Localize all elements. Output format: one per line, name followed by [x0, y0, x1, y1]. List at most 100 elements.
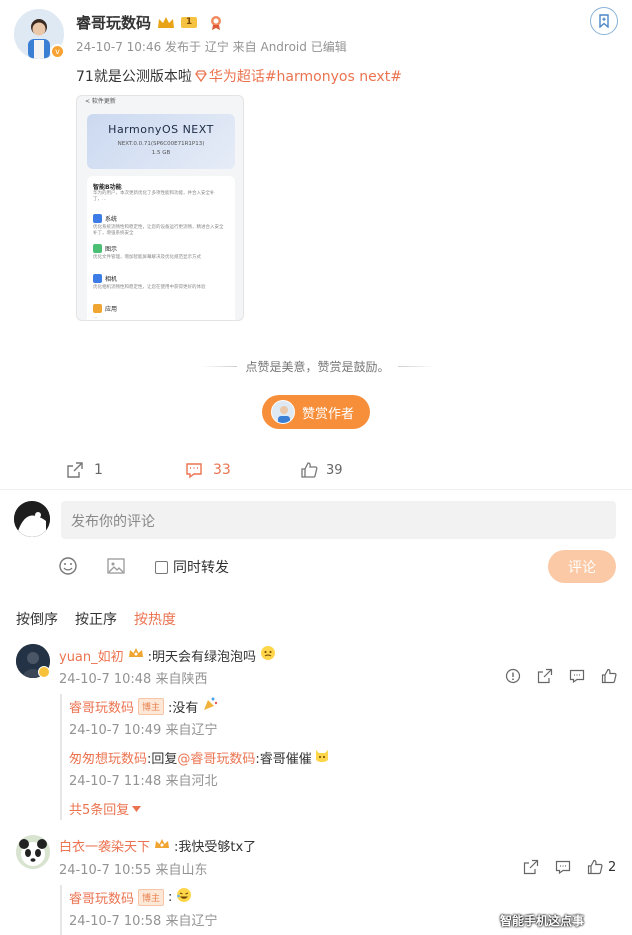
changelog-item-desc: …: [93, 315, 98, 320]
comment-icon: [186, 463, 202, 479]
reply-meta: 24-10-7 10:49 来自辽宁: [69, 723, 218, 738]
comment-action[interactable]: 33: [185, 461, 231, 479]
vip-level-badge: 1: [181, 17, 198, 28]
changelog-item-icon: [93, 244, 102, 253]
like-action[interactable]: 39: [300, 461, 343, 479]
like-icon: [301, 462, 318, 478]
author-name[interactable]: 睿哥玩数码: [76, 12, 151, 33]
reply-text: :: [168, 889, 173, 905]
image-changelog-card: 智能B功能 华为的用户，本次更新优化了多项性能和功能，并合入安全补丁，… 系统优…: [87, 176, 235, 320]
favorite-button[interactable]: [590, 7, 618, 35]
verified-badge: v: [50, 44, 65, 59]
share-action[interactable]: 1: [66, 461, 103, 479]
image-os-size: 1.5 GB: [151, 150, 171, 156]
comment-tools: [505, 668, 617, 684]
report-icon[interactable]: [505, 668, 521, 684]
supertopic-link[interactable]: 华为超话#harmonyos next#: [209, 66, 402, 86]
changelog-item-label: 应用: [105, 306, 118, 313]
comment-avatar[interactable]: [16, 835, 50, 869]
author-badge: 博主: [138, 697, 165, 715]
author-badge: 博主: [138, 888, 165, 906]
comment-meta: 24-10-7 10:55 来自山东: [59, 863, 208, 878]
changelog-item-icon: [93, 214, 102, 223]
emoji-laugh-icon: [176, 887, 192, 907]
like-icon: [587, 859, 603, 875]
comment-user[interactable]: yuan_如初: [59, 646, 124, 665]
sort-tab-asc[interactable]: 按正序: [75, 609, 117, 629]
reply-user[interactable]: 睿哥玩数码: [69, 888, 134, 907]
reward-button[interactable]: 赞赏作者: [262, 395, 370, 429]
share-icon: [67, 462, 83, 478]
sort-tab-desc[interactable]: 按倒序: [16, 609, 58, 629]
comment-like-count: 2: [608, 859, 617, 875]
image-os-card: HarmonyOS NEXT NEXT.0.0.71(SP6C00E71R1P1…: [87, 114, 235, 169]
share-icon[interactable]: [537, 668, 553, 684]
post-text: 71就是公测版本啦: [76, 69, 192, 85]
reply-user[interactable]: 睿哥玩数码: [69, 697, 134, 716]
submit-comment-button[interactable]: 评论: [548, 550, 616, 583]
image-section-desc: 华为的用户，本次更新优化了多项性能和功能，并合入安全补丁，…: [93, 191, 215, 202]
vip-crown-icon[interactable]: [157, 16, 175, 30]
repost-checkbox[interactable]: [155, 560, 168, 574]
more-replies-label: 共5条回复: [69, 803, 130, 818]
comment-input-placeholder: 发布你的评论: [71, 514, 155, 530]
comment-user[interactable]: 白衣一袭染天下: [59, 836, 150, 855]
caret-down-icon: [132, 805, 142, 812]
reply-text: :睿哥催催: [255, 751, 312, 767]
changelog-item-desc: 优化文件管理，增加智能屏幕解决及优化规范显示方式: [93, 255, 201, 260]
reward-divider: 点赞是美意，赞赏是鼓励。: [200, 358, 435, 375]
image-section-title: 智能B功能: [93, 184, 122, 191]
emoji-sweat-icon: [260, 645, 276, 665]
image-os-name: HarmonyOS NEXT: [108, 123, 214, 136]
image-upload-button[interactable]: [106, 556, 126, 580]
emoji-party-icon: [202, 696, 218, 716]
emoji-button[interactable]: [58, 556, 78, 580]
post-image[interactable]: < 软件更新 HarmonyOS NEXT NEXT.0.0.71(SP6C00…: [76, 95, 244, 321]
comment-input[interactable]: 发布你的评论: [61, 501, 616, 539]
comment-like[interactable]: 2: [587, 859, 616, 875]
reply-icon[interactable]: [569, 668, 585, 684]
section-divider: [0, 489, 632, 490]
repost-label: 同时转发: [173, 560, 229, 576]
sort-tab-hot[interactable]: 按热度: [134, 609, 176, 629]
changelog-item-label: 系统: [105, 216, 118, 223]
current-user-avatar[interactable]: [14, 501, 50, 537]
more-replies-link[interactable]: 共5条回复: [69, 799, 142, 818]
comment-text: :我快受够tx了: [174, 840, 257, 855]
image-os-version: NEXT.0.0.71(SP6C00E71R1P13): [117, 141, 205, 147]
reply-icon[interactable]: [555, 859, 571, 875]
changelog-item-desc: 优化系统流畅性和稳定性，让您的设备运行更流畅，精进合入安全补丁，增强系统安全: [93, 225, 224, 236]
sort-tabs: 按倒序 按正序 按热度: [16, 609, 176, 629]
watermark: 智能手机这点事: [500, 914, 585, 928]
changelog-item-label: 相机: [105, 276, 118, 283]
supertopic-icon: [194, 70, 208, 82]
changelog-item-desc: 优化相机流畅性和稳定性，让您在使用中获得更好的体验: [93, 285, 206, 290]
like-count: 39: [326, 462, 343, 478]
reward-avatar: [271, 400, 295, 424]
reply-thread-line: [60, 694, 62, 820]
repost-checkbox-row[interactable]: 同时转发: [155, 557, 229, 577]
reply-text: :没有: [168, 700, 199, 716]
bookmark-icon: [599, 14, 609, 28]
reply-mention[interactable]: @睿哥玩数码: [177, 748, 255, 767]
changelog-item-label: 图示: [105, 246, 118, 253]
reply-meta: 24-10-7 11:48 来自河北: [69, 774, 218, 789]
emoji-cat-icon: [314, 747, 330, 767]
comment-tools: 2: [523, 859, 616, 875]
medal-icon[interactable]: [209, 15, 223, 31]
reward-button-label: 赞赏作者: [302, 406, 355, 422]
changelog-item-icon: [93, 304, 102, 313]
image-icon: [107, 558, 125, 574]
fan-crown-icon: [128, 647, 144, 663]
comment-text: :明天会有绿泡泡吗: [147, 649, 257, 665]
fan-crown-icon: [154, 838, 170, 854]
reply-user[interactable]: 匆匆想玩数码: [69, 748, 147, 767]
comment-avatar-badge: [38, 666, 50, 678]
reply-meta: 24-10-7 10:58 来自辽宁: [69, 914, 218, 929]
like-icon[interactable]: [601, 668, 617, 684]
comment-meta: 24-10-7 10:48 来自陕西: [59, 672, 208, 687]
reply-thread-line: [60, 885, 62, 935]
share-count: 1: [94, 462, 103, 478]
share-icon[interactable]: [523, 859, 539, 875]
image-top-bar: < 软件更新: [85, 98, 116, 105]
